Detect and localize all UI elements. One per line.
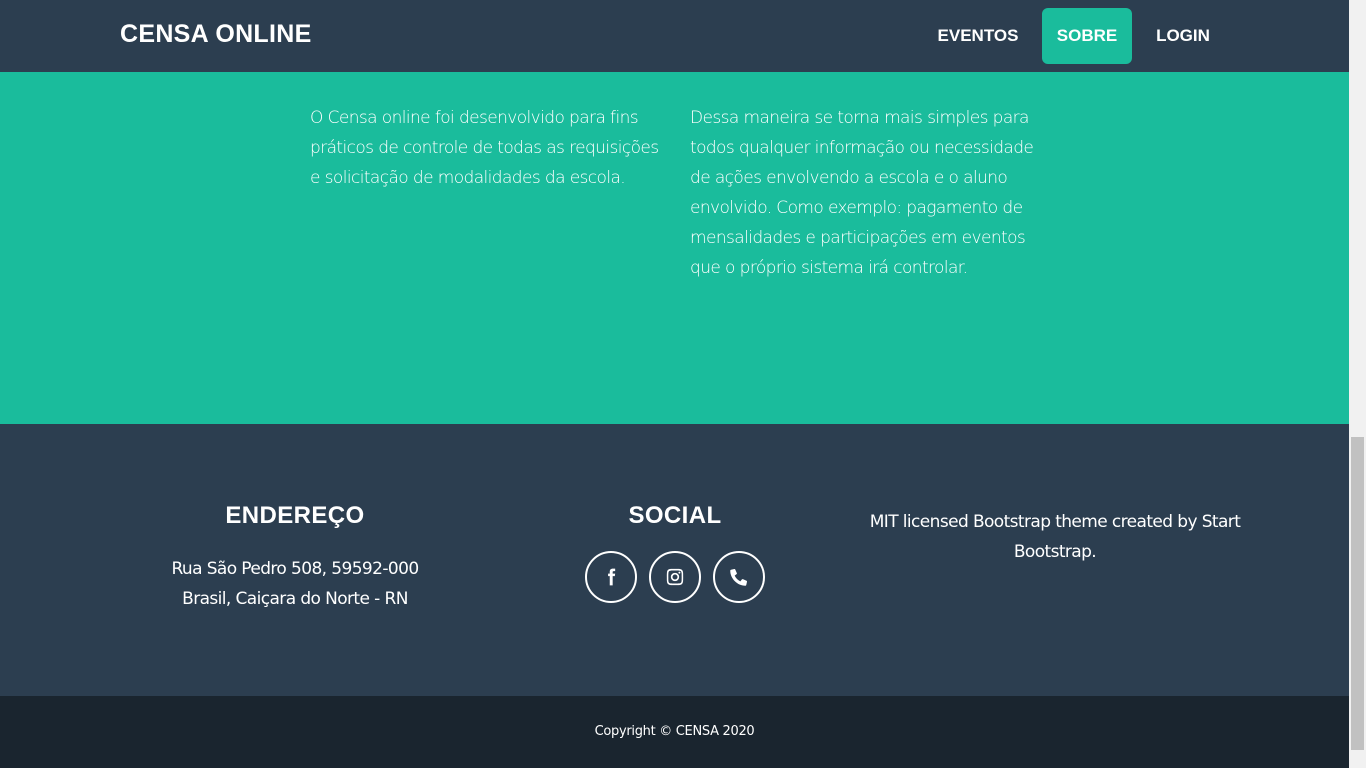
- instagram-button[interactable]: [649, 551, 701, 603]
- navbar: CENSA ONLINE EVENTOS SOBRE LOGIN: [0, 0, 1349, 72]
- copyright-bar: Copyright © CENSA 2020: [0, 696, 1349, 768]
- brand-logo[interactable]: CENSA ONLINE: [120, 20, 312, 49]
- address-heading: ENDEREÇO: [225, 502, 365, 529]
- page-scrollbar[interactable]: [1349, 0, 1366, 768]
- about-text-right: Dessa maneira se torna mais simples para…: [690, 108, 1034, 278]
- nav-eventos[interactable]: EVENTOS: [922, 8, 1034, 64]
- social-buttons: [480, 551, 870, 603]
- scrollbar-thumb[interactable]: [1351, 437, 1364, 750]
- phone-button[interactable]: [713, 551, 765, 603]
- instagram-icon: [666, 568, 684, 586]
- phone-icon: [730, 568, 748, 586]
- address-line-1: Rua São Pedro 508, 59592-000: [171, 559, 419, 579]
- footer-social: SOCIAL: [480, 502, 870, 603]
- about-section: O Censa online foi desenvolvido para fin…: [0, 72, 1349, 424]
- copyright-text: Copyright © CENSA 2020: [594, 724, 755, 739]
- social-heading: SOCIAL: [628, 502, 722, 529]
- nav-login[interactable]: LOGIN: [1140, 8, 1226, 64]
- footer-about: MIT licensed Bootstrap theme created by …: [860, 507, 1250, 567]
- address-line-2: Brasil, Caiçara do Norte - RN: [182, 589, 408, 609]
- nav-sobre[interactable]: SOBRE: [1042, 8, 1132, 64]
- footer-about-text: MIT licensed Bootstrap theme created by …: [869, 512, 1241, 562]
- footer-address: ENDEREÇO Rua São Pedro 508, 59592-000 Br…: [100, 502, 490, 614]
- facebook-icon: [608, 568, 616, 586]
- facebook-button[interactable]: [585, 551, 637, 603]
- about-text-left: O Censa online foi desenvolvido para fin…: [310, 108, 659, 188]
- footer: ENDEREÇO Rua São Pedro 508, 59592-000 Br…: [0, 424, 1349, 696]
